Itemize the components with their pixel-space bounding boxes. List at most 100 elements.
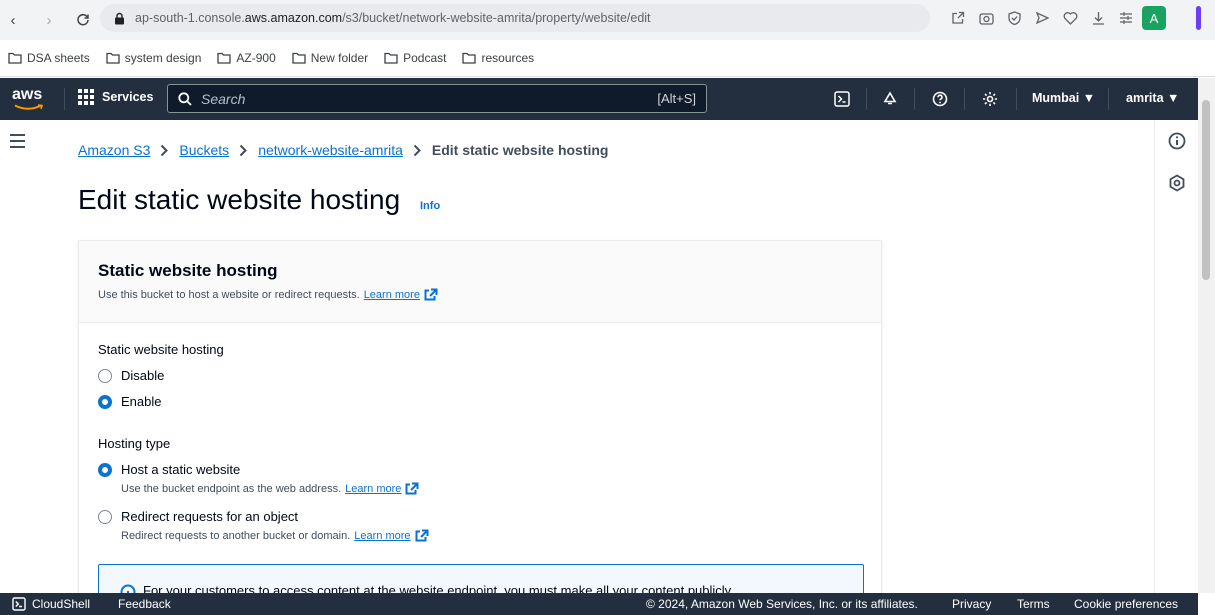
bookmark-folder[interactable]: DSA sheets [8,51,90,65]
right-tools-panel [1154,120,1198,593]
heart-icon[interactable] [1058,6,1082,30]
learn-more-link[interactable]: Learn more [364,289,420,301]
radio-description: Use the bucket endpoint as the web addre… [121,482,419,495]
folder-icon [8,52,22,64]
chevron-right-icon [413,144,422,157]
terms-link[interactable]: Terms [1017,597,1050,611]
download-icon[interactable] [1086,6,1110,30]
cloudshell-label: CloudShell [32,597,91,611]
shield-icon[interactable] [1002,6,1026,30]
radio-description: Redirect requests to another bucket or d… [121,529,429,542]
bookmark-label: Podcast [403,51,447,65]
radio-redirect[interactable]: Redirect requests for an object [98,509,298,524]
card-title: Static website hosting [98,261,278,280]
bookmark-folder[interactable]: resources [462,51,534,65]
bell-icon[interactable] [880,89,900,109]
forward-icon[interactable]: › [38,9,60,31]
services-menu[interactable]: Services [78,89,153,105]
aws-logo[interactable]: aws [10,84,50,114]
bookmark-folder[interactable]: New folder [292,51,368,65]
radio-label: Enable [121,394,162,409]
nav-divider [866,88,867,110]
cookie-preferences-link[interactable]: Cookie preferences [1074,597,1178,611]
radio-enable[interactable]: Enable [98,394,161,409]
search-input[interactable]: Search [Alt+S] [167,84,707,113]
profile-avatar[interactable]: A [1142,6,1166,30]
console-footer: CloudShell Feedback © 2024, Amazon Web S… [0,593,1198,615]
info-circle-icon[interactable] [1168,132,1186,150]
screenshot-icon[interactable] [974,6,998,30]
external-link-icon [424,288,438,301]
aws-logo-text: aws [12,86,43,103]
nav-divider [1108,88,1109,110]
folder-icon [217,52,232,64]
radio-host-static[interactable]: Host a static website [98,462,240,477]
chevron-right-icon [239,144,248,157]
bookmark-label: AZ-900 [236,51,276,65]
menu-icon[interactable] [10,134,26,148]
breadcrumb: Amazon S3 Buckets network-website-amrita… [78,142,609,158]
radio-label: Host a static website [121,462,241,477]
account-menu[interactable]: amrita ▼ [1126,91,1179,105]
nav-divider [964,88,965,110]
region-selector[interactable]: Mumbai ▼ [1032,91,1095,105]
cloudshell-icon[interactable] [832,89,852,109]
nav-divider [64,88,65,110]
feedback-link[interactable]: Feedback [118,597,171,611]
radio-button[interactable] [98,368,112,383]
services-label: Services [102,90,154,104]
radio-disable[interactable]: Disable [98,368,164,383]
breadcrumb-amazon-s3[interactable]: Amazon S3 [78,142,150,158]
bookmark-folder[interactable]: system design [106,51,202,65]
learn-more-link[interactable]: Learn more [345,483,401,495]
page-scrollbar[interactable] [1198,78,1215,593]
url-prefix: ap-south-1.console. [135,11,245,25]
search-placeholder: Search [201,90,246,107]
breadcrumb-current: Edit static website hosting [431,142,609,158]
aws-top-nav: aws Services Search [Alt+S] Mumbai ▼ amr… [0,78,1198,120]
cloudshell-icon [12,597,26,611]
browser-toolbar: ‹ › ap-south-1.console. aws.amazon.com/s3… [0,0,1215,40]
privacy-link[interactable]: Privacy [952,597,991,611]
card-description-text: Use this bucket to host a website or red… [98,288,360,301]
bookmark-label: DSA sheets [27,51,90,65]
radio-button-selected[interactable] [98,394,112,409]
bookmark-label: resources [481,51,535,65]
bookmark-folder[interactable]: AZ-900 [217,51,276,65]
static-hosting-card: Static website hosting Use this bucket t… [78,240,882,614]
gear-icon[interactable] [980,89,1000,109]
send-icon[interactable] [1030,6,1054,30]
folder-icon [384,52,398,64]
hosting-type-label: Hosting type [98,436,171,451]
back-icon[interactable]: ‹ [2,9,24,31]
radio-button[interactable] [98,509,112,524]
radio-description-text: Redirect requests to another bucket or d… [121,529,351,542]
scrollbar-thumb[interactable] [1202,100,1210,280]
chevron-right-icon [160,144,169,157]
radio-label: Disable [121,368,165,383]
help-icon[interactable] [930,89,950,109]
share-icon[interactable] [946,6,970,30]
info-link[interactable]: Info [420,200,440,212]
menu-lines-icon[interactable] [1114,6,1138,30]
hexagon-icon[interactable] [1168,174,1186,192]
bookmark-label: system design [124,51,202,65]
page-title: Edit static website hosting [78,184,401,215]
cloudshell-button[interactable]: CloudShell [12,597,90,611]
breadcrumb-buckets[interactable]: Buckets [179,142,229,158]
breadcrumb-bucket-name[interactable]: network-website-amrita [258,142,403,158]
aws-smile-icon [14,104,44,110]
bookmarks-bar: DSA sheets system design AZ-900 New fold… [0,40,1215,77]
external-link-icon [415,529,429,542]
learn-more-link[interactable]: Learn more [354,530,410,542]
folder-icon [106,52,120,64]
radio-button-selected[interactable] [98,462,112,477]
bookmark-folder[interactable]: Podcast [384,51,446,65]
copyright-text: © 2024, Amazon Web Services, Inc. or its… [646,597,918,611]
address-bar[interactable]: ap-south-1.console. aws.amazon.com/s3/buc… [100,4,930,32]
reload-icon[interactable] [72,9,94,31]
card-description: Use this bucket to host a website or red… [98,288,438,301]
radio-label: Redirect requests for an object [121,509,299,524]
external-link-icon [405,482,419,495]
sidebar-accent [1196,6,1201,30]
